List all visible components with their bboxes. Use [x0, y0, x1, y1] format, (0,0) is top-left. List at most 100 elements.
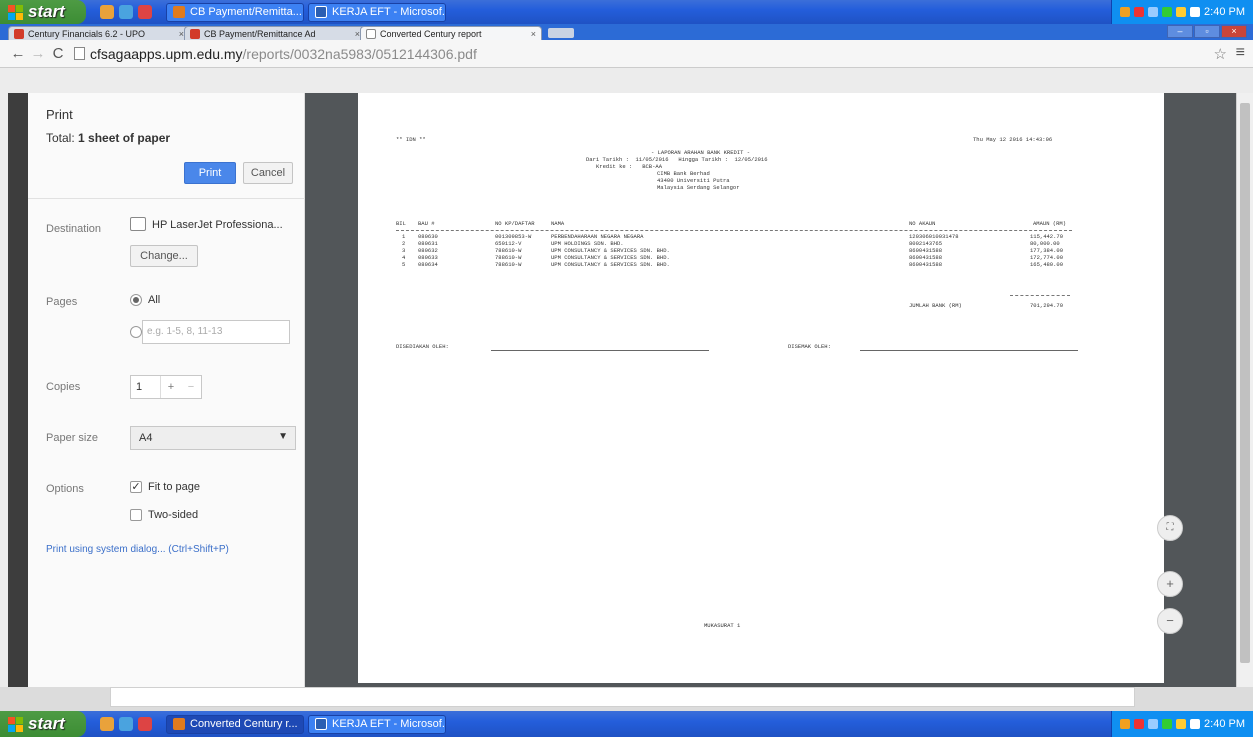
- pages-custom-radio[interactable]: [130, 326, 142, 338]
- printer-icon: [130, 217, 146, 231]
- close-window-icon[interactable]: ×: [1221, 25, 1247, 38]
- total-prefix: Total:: [46, 131, 79, 145]
- pages-all-radio[interactable]: [130, 294, 142, 306]
- menu-icon[interactable]: ≡: [1236, 44, 1245, 62]
- taskbar-task[interactable]: KERJA EFT - Microsof...: [308, 714, 446, 734]
- favicon-icon: [14, 28, 24, 39]
- tray-icon[interactable]: [1190, 719, 1201, 729]
- report-cell-kp: 788610-W: [495, 261, 522, 268]
- tray-icon[interactable]: [1134, 719, 1145, 729]
- chrome-icon: [173, 6, 185, 18]
- quicklaunch-icon[interactable]: [100, 5, 114, 19]
- quicklaunch-icon[interactable]: [119, 717, 133, 731]
- dropdown-arrow-icon: ▼: [278, 431, 288, 442]
- new-tab-button[interactable]: [548, 28, 574, 38]
- col-header-amaun: AMAUN (RM): [1033, 220, 1067, 227]
- two-sided-label: Two-sided: [148, 509, 199, 521]
- tray-icon[interactable]: [1120, 7, 1131, 17]
- tray-icon[interactable]: [1176, 719, 1187, 729]
- browser-tab[interactable]: CB Payment/Remittance Ad ×: [184, 26, 366, 40]
- col-header-akaun: NO AKAUN: [909, 220, 936, 227]
- minimize-icon[interactable]: –: [1167, 25, 1193, 38]
- quicklaunch-icon[interactable]: [138, 717, 152, 731]
- copies-value[interactable]: 1: [131, 376, 161, 398]
- taskbar-top: start CB Payment/Remitta... KERJA EFT - …: [0, 0, 1253, 24]
- col-header-nama: NAMA: [551, 220, 565, 227]
- system-tray: 2:40 PM: [1111, 711, 1253, 737]
- taskbar-task[interactable]: CB Payment/Remitta...: [166, 2, 304, 22]
- zoom-in-button[interactable]: +: [1157, 571, 1183, 597]
- tray-icon[interactable]: [1162, 7, 1173, 17]
- scrollbar-thumb[interactable]: [1240, 103, 1250, 663]
- paper-size-value: A4: [139, 432, 153, 444]
- fit-page-button[interactable]: ⛶: [1157, 515, 1183, 541]
- maximize-icon[interactable]: ▫: [1194, 25, 1220, 38]
- two-sided-checkbox[interactable]: [130, 509, 142, 521]
- vertical-scrollbar[interactable]: [1236, 93, 1253, 687]
- taskbar-task[interactable]: Converted Century r...: [166, 714, 304, 734]
- copies-minus-button[interactable]: −: [181, 376, 201, 398]
- prepared-by-line: [491, 350, 709, 351]
- clock[interactable]: 2:40 PM: [1204, 6, 1245, 18]
- url-host: cfsagaapps.upm.edu.my: [90, 45, 243, 62]
- clock[interactable]: 2:40 PM: [1204, 718, 1245, 730]
- paper-size-label: Paper size: [46, 432, 98, 444]
- print-total: Total: 1 sheet of paper: [46, 131, 170, 145]
- fit-to-page-checkbox[interactable]: ✓: [130, 481, 142, 493]
- print-settings-panel: Print Total: 1 sheet of paper Print Canc…: [28, 93, 305, 706]
- col-header-bau: BAU #: [418, 220, 435, 227]
- header-rule: [396, 230, 1072, 231]
- tray-icon[interactable]: [1120, 719, 1131, 729]
- page-icon: [74, 47, 85, 60]
- paper-size-select[interactable]: A4 ▼: [130, 426, 296, 450]
- bookmark-star-icon[interactable]: ☆: [1214, 45, 1227, 63]
- tray-icon[interactable]: [1134, 7, 1145, 17]
- back-arrow-icon[interactable]: ←: [8, 45, 28, 62]
- print-preview-area: ** IDN ** Thu May 12 2016 14:43:06 - LAP…: [305, 93, 1236, 687]
- left-edge: [8, 93, 28, 706]
- destination-name: HP LaserJet Professiona...: [152, 219, 283, 231]
- quicklaunch-icon[interactable]: [119, 5, 133, 19]
- quicklaunch-icon[interactable]: [100, 717, 114, 731]
- windows-logo-icon: [8, 4, 23, 20]
- tray-icon[interactable]: [1162, 719, 1173, 729]
- start-label: start: [28, 714, 65, 733]
- address-bar: ← → C cfsagaapps.upm.edu.my/reports/0032…: [0, 40, 1253, 68]
- cancel-button[interactable]: Cancel: [243, 162, 293, 184]
- tray-icon[interactable]: [1190, 7, 1201, 17]
- close-tab-icon[interactable]: ×: [531, 29, 536, 39]
- start-button[interactable]: start: [0, 711, 86, 737]
- tray-icon[interactable]: [1176, 7, 1187, 17]
- copies-plus-button[interactable]: +: [161, 376, 181, 398]
- horizontal-scrollbar[interactable]: [110, 687, 1135, 707]
- change-destination-button[interactable]: Change...: [130, 245, 198, 267]
- start-button[interactable]: start: [0, 0, 86, 24]
- zoom-out-button[interactable]: −: [1157, 608, 1183, 634]
- url-field[interactable]: cfsagaapps.upm.edu.my/reports/0032na5983…: [74, 46, 477, 62]
- taskbar-task-label: CB Payment/Remitta...: [190, 6, 302, 18]
- window-controls: – ▫ ×: [1167, 25, 1247, 38]
- total-value: 701,294.70: [1030, 302, 1064, 309]
- pages-all-label: All: [148, 294, 161, 306]
- fit-to-page-label: Fit to page: [148, 481, 200, 493]
- browser-tab-active[interactable]: Converted Century report ×: [360, 26, 542, 40]
- print-title: Print: [46, 107, 73, 122]
- print-button[interactable]: Print: [184, 162, 236, 184]
- pages-range-input[interactable]: e.g. 1-5, 8, 11-13: [142, 320, 290, 344]
- report-tag: ** IDN **: [396, 136, 426, 143]
- report-address-3: Malaysia Serdang Selangor: [657, 184, 740, 191]
- tray-icon[interactable]: [1148, 7, 1159, 17]
- tab-label: CB Payment/Remittance Ad: [204, 28, 316, 39]
- system-dialog-link[interactable]: Print using system dialog... (Ctrl+Shift…: [46, 544, 229, 555]
- tray-icon[interactable]: [1148, 719, 1159, 729]
- word-icon: [315, 6, 327, 18]
- prepared-by-label: DISEDIAKAN OLEH:: [396, 343, 449, 350]
- taskbar-task[interactable]: KERJA EFT - Microsof...: [308, 2, 446, 22]
- copies-stepper[interactable]: 1 + −: [130, 375, 202, 399]
- options-label: Options: [46, 483, 84, 495]
- forward-arrow-icon[interactable]: →: [28, 45, 48, 62]
- reload-icon[interactable]: C: [48, 45, 68, 62]
- windows-logo-icon: [8, 716, 23, 732]
- browser-tab[interactable]: Century Financials 6.2 - UPO ×: [8, 26, 190, 40]
- quicklaunch-icon[interactable]: [138, 5, 152, 19]
